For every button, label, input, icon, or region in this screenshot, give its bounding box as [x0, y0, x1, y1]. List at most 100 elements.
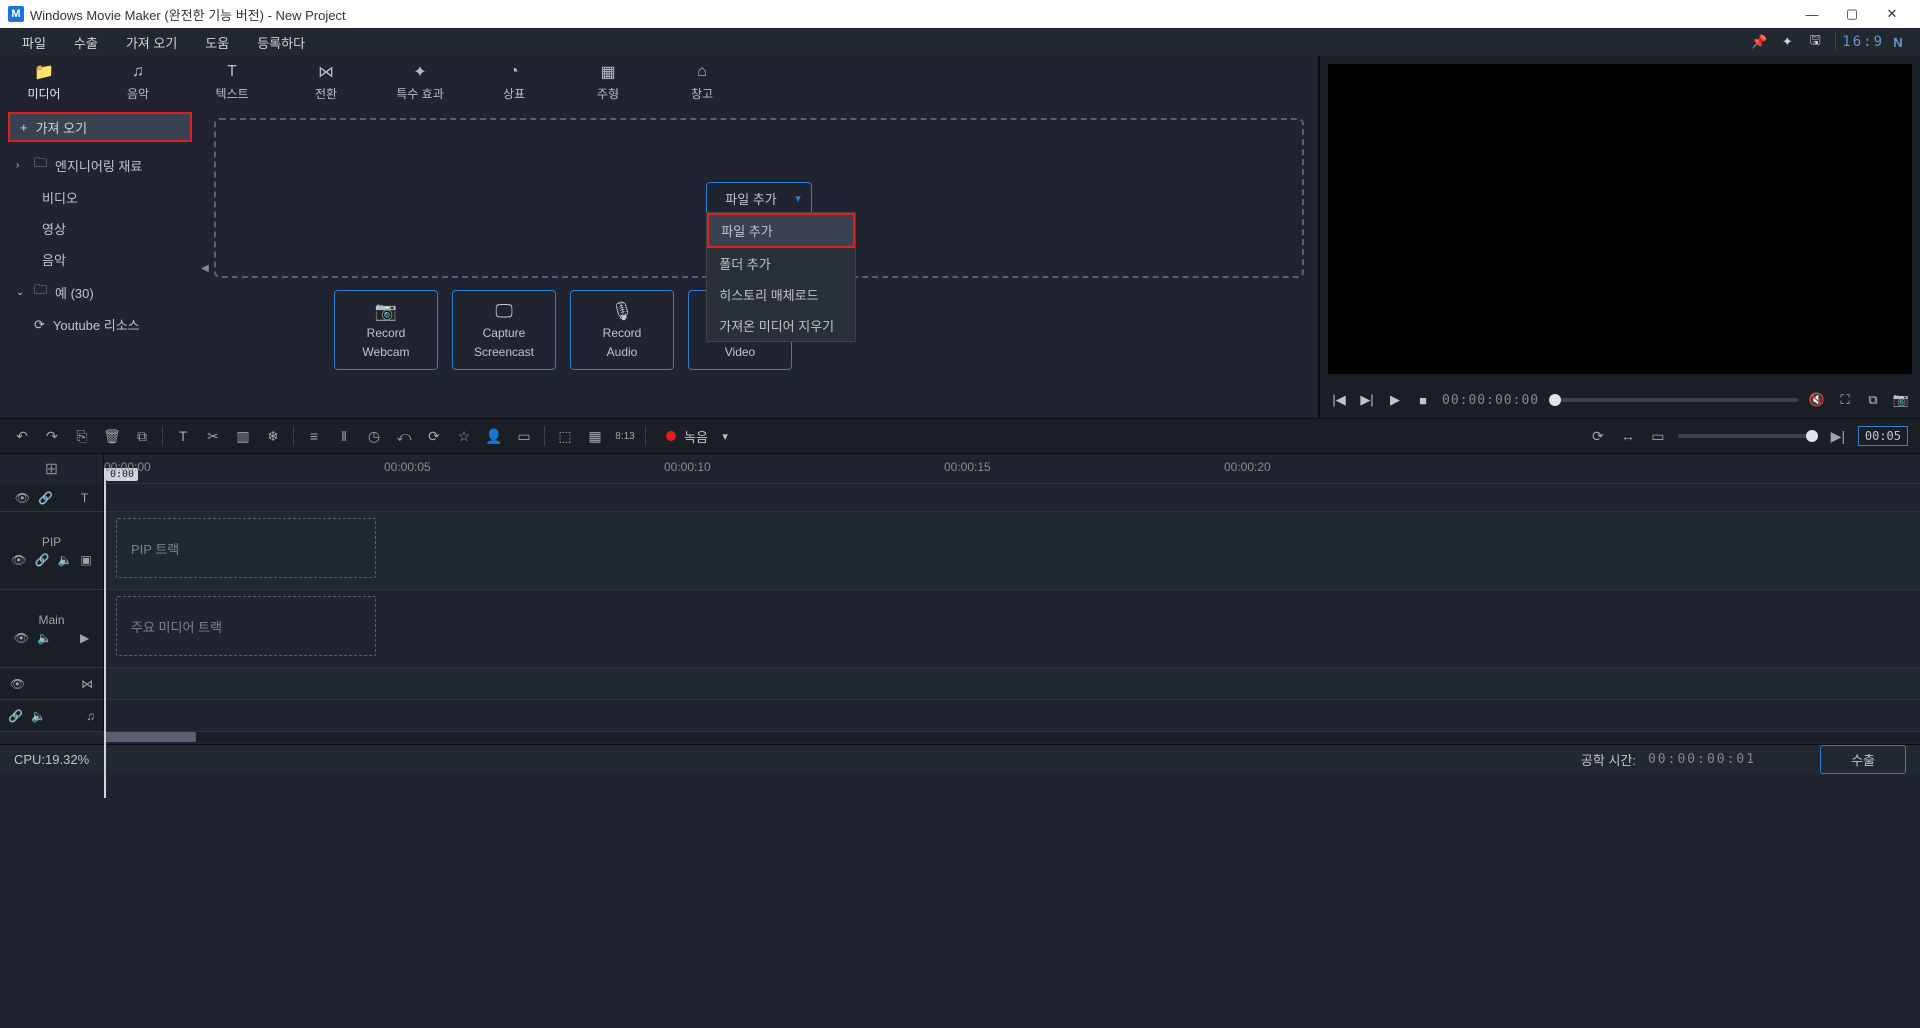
menu-help[interactable]: 도움 [191, 28, 243, 56]
crop-button[interactable]: ⬚ [555, 426, 575, 446]
capture-screencast-button[interactable]: 🖵CaptureScreencast [452, 290, 556, 370]
link-icon[interactable]: 🔗 [38, 491, 53, 505]
menu-export[interactable]: 수출 [60, 28, 112, 56]
menu-file[interactable]: 파일 [8, 28, 60, 56]
export-button[interactable]: 수출 [1820, 745, 1906, 774]
pin-icon[interactable]: 📌 [1745, 28, 1773, 56]
tree-item-music[interactable]: 음악 [8, 244, 192, 275]
tree-item-examples[interactable]: ⌄🗀예 (30) [8, 275, 192, 309]
detach-preview-button[interactable]: ⧉ [1864, 392, 1882, 408]
timeline-duration-input[interactable]: 00:05 [1858, 426, 1908, 446]
tab-text[interactable]: T텍스트 [208, 63, 256, 102]
profile-button[interactable]: 👤 [484, 426, 504, 446]
track-adjust-button[interactable]: ⊞ [0, 454, 104, 484]
split-button[interactable]: ▥ [233, 426, 253, 446]
aspect-ratio-display[interactable]: 16:9 [1842, 34, 1884, 50]
main-layer-icon: ▶ [80, 631, 89, 645]
dropdown-item-clear-media[interactable]: 가져온 미디어 지우기 [707, 310, 855, 341]
tab-media[interactable]: 📁미디어 [20, 63, 68, 102]
snapshot-button[interactable]: 📷 [1892, 392, 1910, 408]
align-left-button[interactable]: ≡ [304, 426, 324, 446]
tab-library[interactable]: ⌂창고 [678, 63, 726, 102]
minimize-button[interactable]: ― [1792, 0, 1832, 28]
pip-drop-slot[interactable]: PIP 트랙 [116, 518, 376, 578]
tree-item-engineering[interactable]: ›🗀엔지니어링 재료 [8, 148, 192, 182]
play-button[interactable]: ▶ [1386, 392, 1404, 408]
add-file-label: 파일 추가 [725, 189, 776, 208]
menu-import[interactable]: 가져 오기 [112, 28, 191, 56]
text-tool-button[interactable]: T [173, 426, 193, 446]
dropdown-item-history-load[interactable]: 히스토리 매체로드 [707, 279, 855, 310]
import-button[interactable]: +가져 오기 [8, 112, 192, 142]
clock-button[interactable]: ◷ [364, 426, 384, 446]
link-icon[interactable]: 🔗 [8, 709, 23, 723]
zoom-slider[interactable] [1678, 434, 1818, 438]
copy-button[interactable]: ⎘ [72, 426, 92, 446]
duplicate-button[interactable]: ⧉ [132, 426, 152, 446]
star-button[interactable]: ☆ [454, 426, 474, 446]
freeze-button[interactable]: ❄ [263, 426, 283, 446]
record-webcam-button[interactable]: 📷RecordWebcam [334, 290, 438, 370]
main-track-body[interactable]: 주요 미디어 트랙 [104, 590, 1920, 667]
next-frame-button[interactable]: ▶| [1358, 392, 1376, 408]
timeline-ruler[interactable]: ⊞ 0:00 00:00:00 00:00:05 00:00:10 00:00:… [0, 454, 1920, 484]
add-file-button[interactable]: 파일 추가 [706, 182, 811, 215]
menu-register[interactable]: 등록하다 [243, 28, 319, 56]
scrollbar-thumb[interactable] [104, 732, 196, 742]
record-audio-button[interactable]: 🎙RecordAudio [570, 290, 674, 370]
mute-button[interactable]: 🔇 [1808, 392, 1826, 408]
speaker-icon[interactable]: 🔈 [31, 709, 46, 723]
text-track-body[interactable] [104, 484, 1920, 511]
tree-item-video[interactable]: 비디오 [8, 182, 192, 213]
transition-track-body[interactable] [104, 668, 1920, 699]
media-dropzone[interactable]: 파일 추가 파일 추가 폴더 추가 히스토리 매체로드 가져온 미디어 지우기 [214, 118, 1304, 278]
dropdown-item-add-file[interactable]: 파일 추가 [707, 213, 855, 248]
eye-icon[interactable]: 👁 [10, 677, 25, 691]
record-dropdown[interactable]: 녹음 [656, 423, 736, 450]
eye-icon[interactable]: 👁 [15, 491, 30, 505]
tab-template[interactable]: ▦주형 [584, 63, 632, 102]
maximize-button[interactable]: ▢ [1832, 0, 1872, 28]
delete-button[interactable]: 🗑 [102, 426, 122, 446]
link-icon[interactable]: 🔗 [34, 553, 49, 567]
audio-track-body[interactable] [104, 700, 1920, 731]
tree-item-image[interactable]: 영상 [8, 213, 192, 244]
stop-button[interactable]: ■ [1414, 393, 1432, 408]
frame-button[interactable]: ▭ [514, 426, 534, 446]
preview-progress-slider[interactable] [1549, 398, 1798, 402]
eye-icon[interactable]: 👁 [14, 631, 29, 645]
timeline-scrollbar[interactable] [104, 732, 1920, 742]
tab-music[interactable]: ♫음악 [114, 63, 162, 102]
main-drop-slot[interactable]: 주요 미디어 트랙 [116, 596, 376, 656]
speaker-icon[interactable]: 🔈 [37, 631, 52, 645]
prev-frame-button[interactable]: |◀ [1330, 392, 1348, 408]
tab-brand[interactable]: ◔상표 [490, 63, 538, 102]
speed-button[interactable]: ⟳ [424, 426, 444, 446]
fullscreen-button[interactable]: ⛶ [1836, 392, 1854, 408]
reverse-button[interactable]: ⤺ [394, 426, 414, 446]
refresh-timeline-button[interactable]: ⟳ [1588, 426, 1608, 446]
undo-button[interactable]: ↶ [12, 426, 32, 446]
tab-transition[interactable]: ⋈전환 [302, 63, 350, 102]
tab-effects[interactable]: ✦특수 효과 [396, 63, 444, 102]
pip-track-body[interactable]: PIP 트랙 [104, 512, 1920, 589]
ruler-body[interactable]: 0:00 00:00:00 00:00:05 00:00:10 00:00:15… [104, 454, 1920, 484]
zoom-out-button[interactable]: ▭ [1648, 426, 1668, 446]
eye-icon[interactable]: 👁 [11, 553, 26, 567]
badge-new-icon[interactable]: N [1884, 28, 1912, 56]
playhead-line[interactable] [104, 468, 106, 798]
save-icon[interactable]: 🖫 [1801, 28, 1829, 56]
sparkle-icon[interactable]: ✦ [1773, 28, 1801, 56]
align-button[interactable]: ‖ [334, 426, 354, 446]
grid-button[interactable]: ▦ [585, 426, 605, 446]
close-button[interactable]: ✕ [1872, 0, 1912, 28]
redo-button[interactable]: ↷ [42, 426, 62, 446]
preview-video[interactable] [1328, 64, 1912, 374]
speaker-icon[interactable]: 🔈 [57, 553, 72, 567]
cut-button[interactable]: ✂ [203, 426, 223, 446]
tree-item-youtube[interactable]: ⟳Youtube 리소스 [8, 309, 192, 340]
ratio-button[interactable]: 8:13 [615, 426, 635, 446]
fit-width-button[interactable]: ↔ [1618, 426, 1638, 446]
zoom-indicator-button[interactable]: ▶| [1828, 426, 1848, 446]
dropdown-item-add-folder[interactable]: 폴더 추가 [707, 248, 855, 279]
